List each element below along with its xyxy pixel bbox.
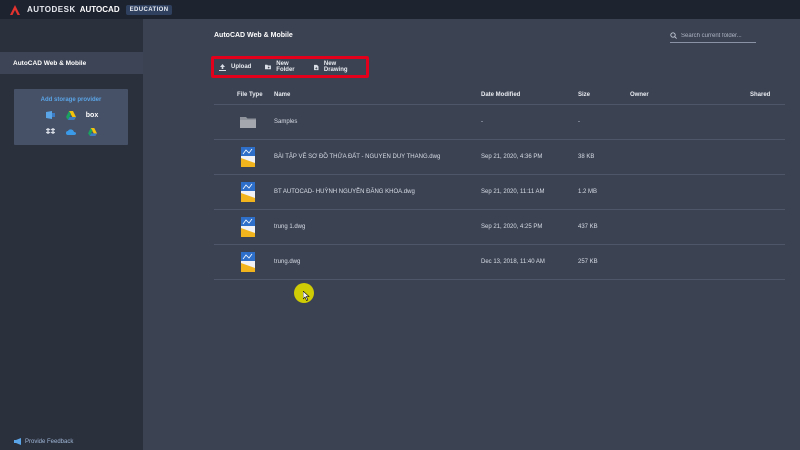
- provide-feedback-link[interactable]: Provide Feedback: [14, 438, 73, 445]
- search-input[interactable]: [681, 32, 755, 39]
- column-date-modified[interactable]: Date Modified: [481, 92, 520, 98]
- box-icon[interactable]: box: [86, 111, 98, 119]
- upload-label: Upload: [231, 64, 252, 70]
- new-drawing-button[interactable]: New Drawing: [314, 61, 352, 73]
- column-size[interactable]: Size: [578, 92, 590, 98]
- upload-icon: [219, 63, 226, 71]
- new-drawing-icon: [314, 64, 319, 70]
- file-date: Sep 21, 2020, 4:36 PM: [481, 154, 543, 160]
- autodesk-logo-icon: [10, 4, 20, 15]
- page-title: AutoCAD Web & Mobile: [214, 32, 293, 39]
- upload-button[interactable]: Upload: [219, 63, 252, 71]
- folder-icon: [240, 117, 256, 128]
- file-table: File Type Name Date Modified Size Owner …: [214, 85, 785, 280]
- file-size: 38 KB: [578, 154, 595, 160]
- table-row[interactable]: BÀI TẬP VẼ SƠ ĐỒ THỬA ĐẤT - NGUYEN DUY T…: [214, 140, 785, 175]
- search-box[interactable]: [670, 29, 756, 43]
- column-owner[interactable]: Owner: [630, 92, 649, 98]
- file-name[interactable]: trung.dwg: [274, 259, 300, 265]
- new-folder-button[interactable]: New Folder: [265, 61, 300, 73]
- onedrive-icon[interactable]: [45, 111, 55, 119]
- product-name: AUTOCAD: [79, 5, 120, 14]
- sidebar-item-autocad-web-mobile[interactable]: AutoCAD Web & Mobile: [0, 52, 143, 74]
- brand-name: AUTODESK: [27, 5, 76, 14]
- sidebar: AutoCAD Web & Mobile Add storage provide…: [0, 19, 143, 450]
- new-drawing-label: New Drawing: [323, 61, 348, 73]
- dwg-file-icon: [241, 217, 255, 237]
- column-name[interactable]: Name: [274, 92, 290, 98]
- mouse-pointer-icon: [303, 291, 310, 301]
- file-name[interactable]: Samples: [274, 119, 297, 125]
- table-row[interactable]: trung.dwg Dec 13, 2018, 11:40 AM 257 KB: [214, 245, 785, 280]
- dwg-file-icon: [241, 182, 255, 202]
- file-date: Dec 13, 2018, 11:40 AM: [481, 259, 545, 265]
- cursor-highlight: [294, 283, 314, 303]
- megaphone-icon: [14, 438, 21, 445]
- column-shared[interactable]: Shared: [750, 92, 770, 98]
- edition-badge: EDUCATION: [125, 4, 173, 15]
- add-storage-provider-link[interactable]: Add storage provider: [14, 97, 128, 103]
- toolbar-highlight: Upload New Folder New Drawing: [211, 56, 369, 78]
- main-panel: AutoCAD Web & Mobile Upload New Folder N…: [143, 19, 800, 450]
- dwg-file-icon: [241, 147, 255, 167]
- dropbox-icon[interactable]: [45, 128, 55, 136]
- new-folder-icon: [265, 64, 272, 70]
- google-drive-2-icon[interactable]: [87, 128, 97, 136]
- table-row[interactable]: BT AUTOCAD- HUỲNH NGUYỄN ĐĂNG KHOA.dwg S…: [214, 175, 785, 210]
- file-size: -: [578, 119, 580, 125]
- table-row[interactable]: trung 1.dwg Sep 21, 2020, 4:25 PM 437 KB: [214, 210, 785, 245]
- table-row[interactable]: Samples - -: [214, 105, 785, 140]
- file-date: -: [481, 119, 483, 125]
- provide-feedback-label: Provide Feedback: [25, 438, 74, 445]
- file-name[interactable]: trung 1.dwg: [274, 224, 305, 230]
- onedrive-cloud-icon[interactable]: [66, 128, 76, 136]
- file-size: 257 KB: [578, 259, 598, 265]
- file-size: 1.2 MB: [578, 189, 598, 195]
- file-name[interactable]: BT AUTOCAD- HUỲNH NGUYỄN ĐĂNG KHOA.dwg: [274, 189, 415, 195]
- file-date: Sep 21, 2020, 11:11 AM: [481, 189, 545, 195]
- google-drive-icon[interactable]: [66, 110, 76, 120]
- new-folder-label: New Folder: [276, 61, 295, 73]
- column-file-type[interactable]: File Type: [237, 92, 263, 98]
- file-size: 437 KB: [578, 224, 598, 230]
- file-name[interactable]: BÀI TẬP VẼ SƠ ĐỒ THỬA ĐẤT - NGUYEN DUY T…: [274, 154, 440, 160]
- storage-provider-panel: Add storage provider box: [14, 89, 128, 145]
- search-icon: [670, 32, 677, 39]
- file-date: Sep 21, 2020, 4:25 PM: [481, 224, 543, 230]
- top-bar: AUTODESK AUTOCAD EDUCATION: [0, 0, 800, 19]
- dwg-file-icon: [241, 252, 255, 272]
- table-header: File Type Name Date Modified Size Owner …: [214, 85, 785, 105]
